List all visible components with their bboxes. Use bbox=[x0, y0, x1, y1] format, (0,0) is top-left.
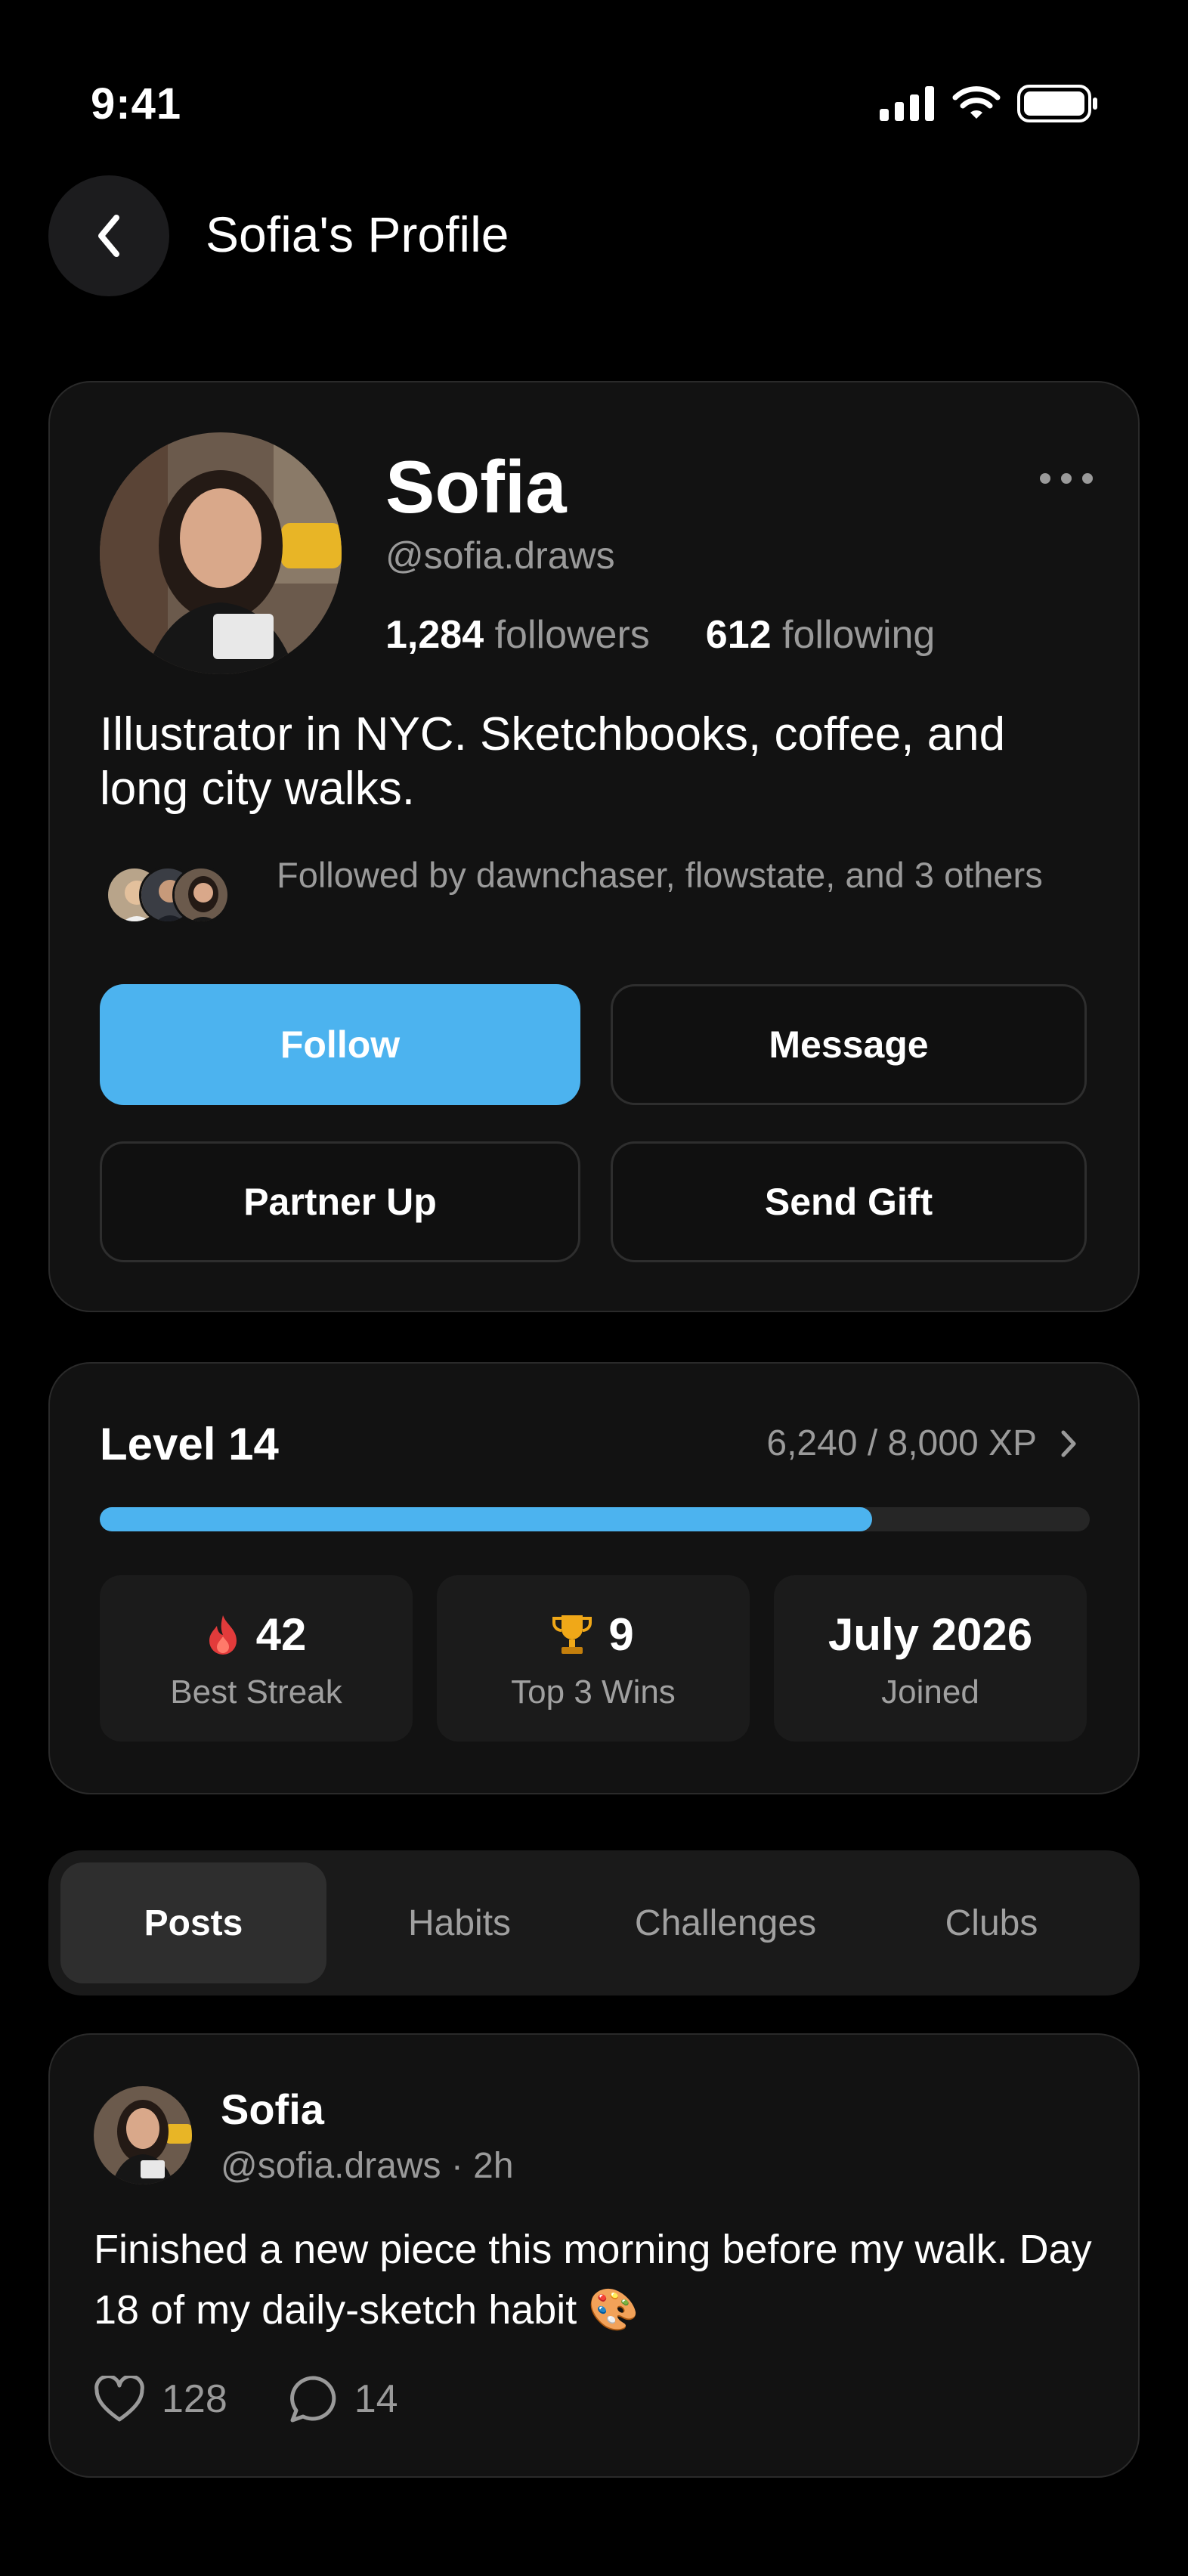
best-streak-value: 42 bbox=[255, 1609, 307, 1660]
following-stat[interactable]: 612 following bbox=[706, 612, 936, 658]
flame-icon bbox=[209, 1615, 237, 1655]
back-button[interactable] bbox=[48, 175, 169, 296]
status-bar: 9:41 bbox=[0, 0, 1188, 151]
level-title: Level 14 bbox=[100, 1419, 279, 1469]
like-button[interactable]: 128 bbox=[94, 2375, 227, 2423]
top3-wins-tile: 9 Top 3 Wins bbox=[437, 1575, 750, 1742]
tab-posts[interactable]: Posts bbox=[60, 1862, 326, 1983]
xp-progress-fill bbox=[100, 1507, 872, 1531]
trophy-icon bbox=[552, 1615, 592, 1654]
dot-icon bbox=[1040, 473, 1050, 484]
comment-icon bbox=[289, 2376, 336, 2423]
joined-value: July 2026 bbox=[828, 1609, 1033, 1660]
profile-name: Sofia bbox=[385, 445, 567, 528]
send-gift-button[interactable]: Send Gift bbox=[611, 1141, 1087, 1262]
followers-count: 1,284 bbox=[385, 613, 484, 657]
followed-by-avatars[interactable] bbox=[106, 866, 257, 927]
dot-icon bbox=[1061, 473, 1072, 484]
profile-card: Sofia @sofia.draws 1,284 followers 612 f… bbox=[48, 381, 1140, 1312]
message-button[interactable]: Message bbox=[611, 984, 1087, 1105]
comment-count: 14 bbox=[354, 2377, 398, 2421]
level-card: Level 14 6,240 / 8,000 XP 42 Best Streak bbox=[48, 1362, 1140, 1794]
xp-link[interactable]: 6,240 / 8,000 XP bbox=[766, 1423, 1078, 1464]
post-card[interactable]: Sofia @sofia.draws · 2h Finished a new p… bbox=[48, 2033, 1140, 2478]
wifi-icon bbox=[952, 86, 1001, 119]
followed-by-text[interactable]: Followed by dawnchaser, flowstate, and 3… bbox=[277, 851, 1047, 899]
best-streak-label: Best Streak bbox=[170, 1673, 342, 1711]
battery-icon bbox=[1017, 85, 1097, 122]
more-options-button[interactable] bbox=[1040, 473, 1093, 484]
profile-tabs: Posts Habits Challenges Clubs bbox=[48, 1850, 1140, 1995]
tab-challenges[interactable]: Challenges bbox=[592, 1862, 859, 1983]
heart-icon bbox=[94, 2376, 144, 2422]
profile-handle: @sofia.draws bbox=[385, 534, 615, 577]
mini-avatar bbox=[172, 866, 230, 924]
status-icons bbox=[880, 85, 1099, 122]
joined-label: Joined bbox=[881, 1673, 979, 1711]
tab-clubs[interactable]: Clubs bbox=[859, 1862, 1125, 1983]
status-time: 9:41 bbox=[91, 79, 182, 128]
dot-icon bbox=[1082, 473, 1093, 484]
best-streak-tile: 42 Best Streak bbox=[100, 1575, 413, 1742]
xp-text: 6,240 / 8,000 XP bbox=[766, 1423, 1037, 1463]
signal-icon bbox=[880, 86, 934, 121]
follow-stats: 1,284 followers 612 following bbox=[385, 612, 935, 658]
follow-button[interactable]: Follow bbox=[100, 984, 580, 1105]
following-label: following bbox=[782, 613, 936, 657]
joined-tile: July 2026 Joined bbox=[774, 1575, 1087, 1742]
post-text: Finished a new piece this morning before… bbox=[94, 2227, 1092, 2333]
post-meta: @sofia.draws · 2h bbox=[221, 2146, 514, 2186]
post-avatar[interactable] bbox=[94, 2086, 192, 2184]
top3-wins-value: 9 bbox=[608, 1609, 634, 1660]
avatar[interactable] bbox=[100, 432, 342, 674]
xp-progress-bar bbox=[100, 1507, 1090, 1531]
page-title: Sofia's Profile bbox=[206, 206, 509, 262]
followers-stat[interactable]: 1,284 followers bbox=[385, 612, 650, 658]
followers-label: followers bbox=[494, 613, 650, 657]
comment-button[interactable]: 14 bbox=[288, 2375, 398, 2423]
post-actions: 128 14 bbox=[94, 2375, 398, 2423]
profile-bio: Illustrator in NYC. Sketchbooks, coffee,… bbox=[100, 708, 1006, 815]
partner-up-button[interactable]: Partner Up bbox=[100, 1141, 580, 1262]
following-count: 612 bbox=[705, 613, 772, 657]
like-count: 128 bbox=[162, 2377, 227, 2421]
post-author-name[interactable]: Sofia bbox=[221, 2085, 324, 2134]
chevron-right-icon bbox=[1061, 1430, 1076, 1457]
chevron-left-icon bbox=[98, 215, 119, 257]
tab-habits[interactable]: Habits bbox=[326, 1862, 592, 1983]
top3-wins-label: Top 3 Wins bbox=[511, 1673, 676, 1711]
